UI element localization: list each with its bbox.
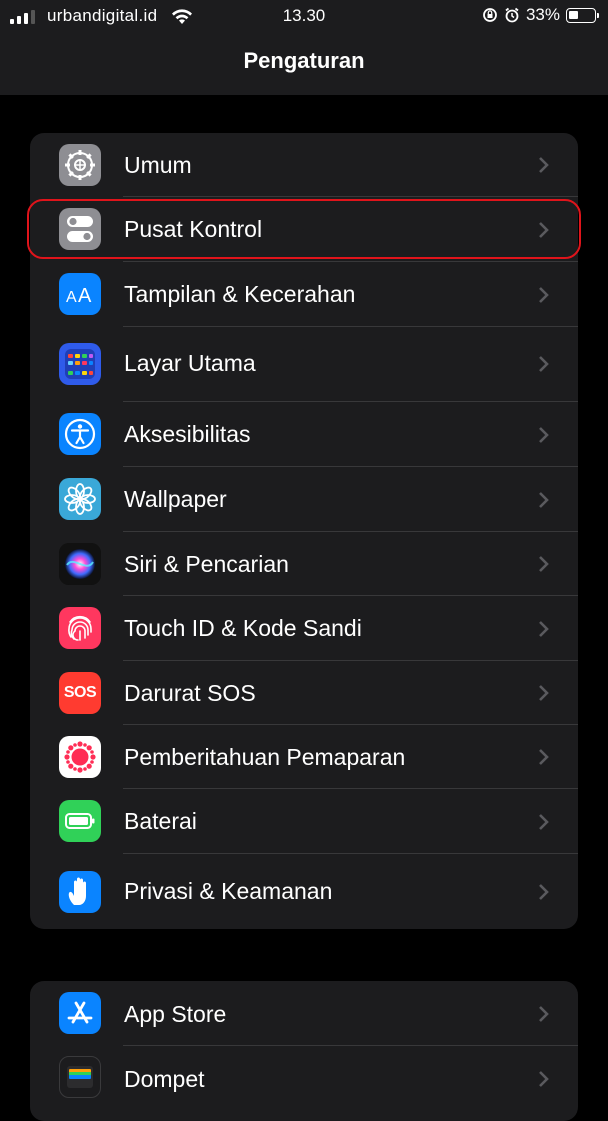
settings-row-label: Tampilan & Kecerahan bbox=[124, 281, 356, 307]
chevron-right-icon bbox=[539, 556, 549, 572]
svg-text:A: A bbox=[78, 285, 92, 307]
settings-row-dompet[interactable]: Dompet bbox=[30, 1046, 578, 1121]
settings-row-layar-utama[interactable]: Layar Utama bbox=[30, 327, 578, 402]
settings-row-touch-id[interactable]: Touch ID & Kode Sandi bbox=[30, 596, 578, 661]
battery-icon bbox=[59, 800, 101, 842]
settings-row-label: Touch ID & Kode Sandi bbox=[124, 615, 362, 641]
chevron-right-icon bbox=[539, 222, 549, 238]
sos-icon-text: SOS bbox=[63, 684, 97, 701]
settings-row-pemberitahuan-pemaparan[interactable]: Pemberitahuan Pemaparan bbox=[30, 725, 578, 789]
settings-row-pusat-kontrol[interactable]: Pusat Kontrol bbox=[30, 197, 578, 262]
exposure-icon bbox=[59, 736, 101, 778]
chevron-right-icon bbox=[539, 685, 549, 701]
settings-row-label: Aksesibilitas bbox=[124, 421, 251, 447]
chevron-right-icon bbox=[539, 1006, 549, 1022]
battery-status-icon bbox=[566, 7, 599, 23]
gear-icon bbox=[59, 144, 101, 186]
chevron-right-icon bbox=[539, 749, 549, 765]
switches-icon bbox=[59, 208, 101, 250]
text-size-icon: A A bbox=[59, 273, 101, 315]
settings-row-label: Wallpaper bbox=[124, 486, 227, 512]
alarm-icon bbox=[505, 7, 519, 23]
settings-row-label: Siri & Pencarian bbox=[124, 551, 289, 577]
home-grid-icon bbox=[59, 343, 101, 385]
flower-icon bbox=[59, 478, 101, 520]
battery-percent: 33% bbox=[525, 5, 560, 24]
accessibility-icon bbox=[59, 413, 101, 455]
chevron-right-icon bbox=[539, 287, 549, 303]
settings-row-label: Baterai bbox=[124, 808, 197, 834]
chevron-right-icon bbox=[539, 157, 549, 173]
settings-row-umum[interactable]: Umum bbox=[30, 133, 578, 197]
settings-row-label: Layar Utama bbox=[124, 350, 256, 376]
fingerprint-icon bbox=[59, 607, 101, 649]
chevron-right-icon bbox=[539, 884, 549, 900]
chevron-right-icon bbox=[539, 492, 549, 508]
settings-row-wallpaper[interactable]: Wallpaper bbox=[30, 467, 578, 532]
settings-row-label: Pemberitahuan Pemaparan bbox=[124, 744, 406, 770]
app-store-icon bbox=[59, 992, 101, 1034]
settings-row-label: Privasi & Keamanan bbox=[124, 878, 333, 904]
wallet-icon bbox=[59, 1056, 101, 1098]
chevron-right-icon bbox=[539, 427, 549, 443]
orientation-lock-icon bbox=[483, 8, 497, 22]
svg-text:A: A bbox=[66, 289, 77, 306]
settings-row-label: Umum bbox=[124, 152, 192, 178]
settings-row-label: Pusat Kontrol bbox=[124, 216, 263, 242]
chevron-right-icon bbox=[539, 814, 549, 830]
settings-row-tampilan[interactable]: A A Tampilan & Kecerahan bbox=[30, 262, 578, 327]
hand-icon bbox=[59, 871, 101, 913]
siri-icon bbox=[59, 543, 101, 585]
settings-row-aksesibilitas[interactable]: Aksesibilitas bbox=[30, 402, 578, 467]
chevron-right-icon bbox=[539, 621, 549, 637]
settings-row-baterai[interactable]: Baterai bbox=[30, 789, 578, 854]
settings-row-app-store[interactable]: App Store bbox=[30, 981, 578, 1046]
chevron-right-icon bbox=[539, 1071, 549, 1087]
settings-row-privasi[interactable]: Privasi & Keamanan bbox=[30, 854, 578, 929]
settings-row-darurat-sos[interactable]: SOS Darurat SOS bbox=[30, 661, 578, 725]
chevron-right-icon bbox=[539, 356, 549, 372]
status-bar: urbandigital.id 13.30 33% bbox=[0, 0, 608, 34]
page-title: Pengaturan bbox=[243, 48, 365, 73]
sos-icon: SOS bbox=[59, 672, 101, 714]
settings-row-siri[interactable]: Siri & Pencarian bbox=[30, 532, 578, 596]
settings-row-label: Darurat SOS bbox=[124, 680, 256, 706]
settings-group-2: App Store Dompet bbox=[30, 981, 578, 1121]
header: urbandigital.id 13.30 33% Pengaturan bbox=[0, 0, 608, 95]
settings-row-label: App Store bbox=[124, 1001, 227, 1027]
settings-group-1: Umum Pusat Kontrol A A Tampilan & Kecera… bbox=[30, 133, 578, 929]
